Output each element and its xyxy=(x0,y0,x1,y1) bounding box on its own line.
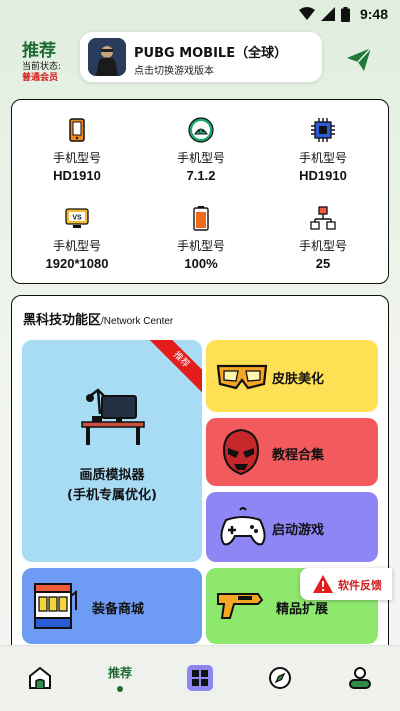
goggles-icon xyxy=(216,364,268,390)
compass-icon xyxy=(269,667,291,689)
send-icon[interactable] xyxy=(344,44,374,74)
gamepad-icon xyxy=(220,507,266,546)
game-switch-hint: 点击切换游戏版本 xyxy=(134,66,214,77)
slot-machine-icon xyxy=(34,583,77,629)
page-title: 推荐 xyxy=(22,41,56,61)
battery-icon xyxy=(193,206,209,231)
skin-beautify-tile[interactable]: 皮肤美化 xyxy=(206,340,378,412)
android-icon xyxy=(188,117,214,143)
nav-recommend[interactable]: 推荐 xyxy=(80,646,160,711)
user-icon xyxy=(349,667,371,689)
phone-icon xyxy=(69,118,85,142)
active-indicator xyxy=(117,686,123,692)
battery-status-icon xyxy=(340,6,350,22)
nav-apps[interactable] xyxy=(160,646,240,711)
nav-discover[interactable] xyxy=(240,646,320,711)
cpu-chip-icon xyxy=(311,118,335,142)
graphics-simulator-tile[interactable]: 推荐 画质模拟器 (手机专属优化) xyxy=(22,340,202,562)
member-status: 普通会员 xyxy=(22,73,59,83)
game-version-card[interactable]: PUBG MOBILE（全球） 点击切换游戏版本 xyxy=(80,32,322,82)
game-thumbnail xyxy=(88,38,126,76)
game-name: PUBG MOBILE（全球） xyxy=(134,46,288,61)
nav-home[interactable] xyxy=(0,646,80,711)
tutorial-collection-tile[interactable]: 教程合集 xyxy=(206,418,378,486)
launch-game-tile[interactable]: 启动游戏 xyxy=(206,492,378,562)
info-cell-android: 手机型号 7.1.2 xyxy=(146,117,256,183)
nav-profile[interactable] xyxy=(320,646,400,711)
status-icons: 9:48 xyxy=(298,6,388,22)
clock: 9:48 xyxy=(359,6,388,22)
bottom-nav: 推荐 xyxy=(0,645,400,711)
apps-grid-icon xyxy=(187,665,213,691)
feedback-button[interactable]: 软件反馈 xyxy=(300,568,392,600)
recommend-ribbon: 推荐 xyxy=(143,340,202,398)
monitor-icon: VS xyxy=(65,208,89,228)
device-info-panel: 手机型号 HD1910 手机型号 7.1.2 手机型号 HD1910 VS 手机… xyxy=(11,99,389,284)
gun-icon xyxy=(217,593,264,619)
mask-helmet-icon xyxy=(222,428,260,476)
warning-icon xyxy=(313,575,333,593)
wifi-icon xyxy=(298,7,315,20)
equipment-mall-tile[interactable]: 装备商城 xyxy=(22,568,202,644)
info-cell-resolution: VS 手机型号 1920*1080 xyxy=(22,205,132,271)
svg-text:VS: VS xyxy=(72,215,82,222)
info-cell-battery: 手机型号 100% xyxy=(146,205,256,271)
desk-computer-icon xyxy=(81,388,145,445)
status-bar: 9:48 xyxy=(0,0,400,30)
feature-panel-title: 黑科技功能区/Network Center xyxy=(23,313,174,328)
header: 推荐 当前状态: 普通会员 PUBG MOBILE（全球） 点击切换游戏版本 xyxy=(0,30,400,90)
network-icon xyxy=(310,206,336,230)
signal-icon xyxy=(320,7,335,21)
info-cell-network: 手机型号 25 xyxy=(268,205,378,271)
info-cell-cpu: 手机型号 HD1910 xyxy=(268,117,378,183)
graphics-simulator-label: 画质模拟器 (手机专属优化) xyxy=(67,468,157,503)
feature-panel: 黑科技功能区/Network Center 推荐 画质模拟器 (手机专属优化) … xyxy=(11,295,389,655)
home-icon xyxy=(29,666,51,689)
info-cell-model: 手机型号 HD1910 xyxy=(22,117,132,183)
